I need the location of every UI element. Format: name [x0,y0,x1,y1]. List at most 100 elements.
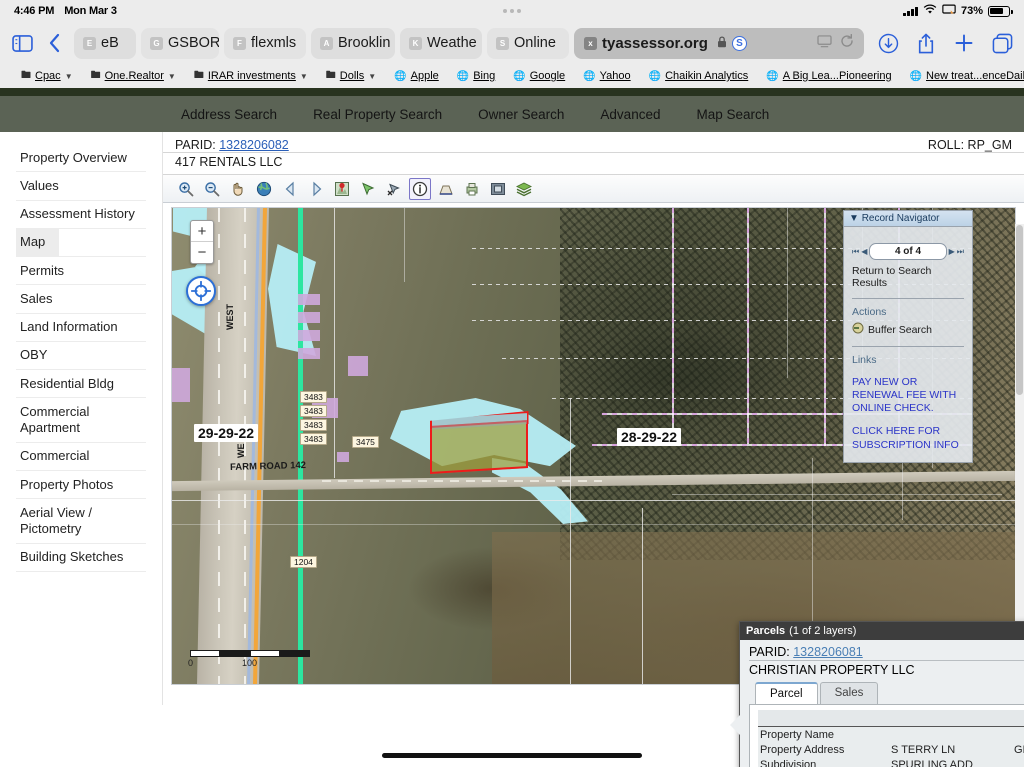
field-key: Property Name [760,728,834,741]
map-zoom-in-button[interactable]: + [191,221,213,242]
map-scale-bar: 0 100 [188,650,310,668]
popup-parcel-table: Property Name Property Address S TERRY L… [749,704,1024,767]
sidebar-item-permits[interactable]: Permits [16,257,146,284]
sidebar-item-commercial-apartment[interactable]: Commercial Apartment [16,398,146,442]
next-extent-icon[interactable] [305,178,327,200]
parid-link[interactable]: 1328206082 [219,138,289,152]
reader-view-icon[interactable] [817,34,832,52]
layers-icon[interactable] [513,178,535,200]
globe-full-extent-icon[interactable] [253,178,275,200]
sidebar-item-land-information[interactable]: Land Information [16,314,146,341]
return-to-search-results-link[interactable]: Return to Search Results [852,265,964,289]
selected-parcel-highlight[interactable] [430,420,528,474]
field-value: S TERRY LN [891,743,956,756]
record-navigator-panel: ▼ Record Navigator ⏮ ◀ 4 of 4 ▶ ⏭ Return… [843,210,973,463]
sidebar-icon[interactable] [10,31,34,55]
subscription-info-link[interactable]: CLICK HERE FOR SUBSCRIPTION INFO [852,425,964,451]
bookmark-bing[interactable]: 🌐 Bing [448,70,504,82]
tab-brooklin[interactable]: A Brooklin [311,27,395,59]
map-zoom-control[interactable]: + − [190,220,214,264]
sidebar-item-values[interactable]: Values [16,172,146,199]
popup-parid-link[interactable]: 1328206081 [793,645,863,659]
first-record-icon[interactable]: ⏮ [852,247,859,257]
bookmark-a-big-lea-pioneering[interactable]: 🌐 A Big Lea...Pioneering [757,70,900,82]
parid-label: PARID: [175,138,216,152]
tab-sales[interactable]: Sales [819,682,879,704]
bookmark-label: Apple [410,70,439,82]
sidebar-item-sales[interactable]: Sales [16,285,146,312]
zoom-out-icon[interactable] [201,178,223,200]
next-record-icon[interactable]: ▶ [949,247,955,256]
nav-owner-search[interactable]: Owner Search [460,107,582,122]
sidebar-item-property-photos[interactable]: Property Photos [16,471,146,498]
sidebar-item-map[interactable]: Map [16,228,60,256]
pan-hand-icon[interactable] [227,178,249,200]
bookmark-cpac[interactable]: 🖿 Cpac ▼ [12,68,82,85]
share-icon[interactable] [914,31,938,55]
folder-icon: 🖿 [21,69,31,81]
info-icon[interactable] [409,177,431,200]
map-zoom-out-button[interactable]: − [191,242,213,263]
nav-map-search[interactable]: Map Search [678,107,787,122]
tab-flexmls[interactable]: F flexmls [224,27,306,59]
reload-icon[interactable] [840,33,854,52]
record-page-indicator[interactable]: 4 of 4 [869,243,947,260]
sidebar-item-aerial-view-pictometry[interactable]: Aerial View / Pictometry [16,499,146,543]
measure-icon[interactable] [435,178,457,200]
sidebar-item-oby[interactable]: OBY [16,342,146,369]
sidebar-item-assessment-history[interactable]: Assessment History [16,201,146,228]
tab-weather[interactable]: K Weathe [400,27,482,59]
field-key: Property Address [760,743,845,756]
nav-address-search[interactable]: Address Search [163,107,295,122]
download-icon[interactable] [876,31,900,55]
new-tab-plus-icon[interactable] [952,31,976,55]
pay-fee-link[interactable]: PAY NEW OR RENEWAL FEE WITH ONLINE CHECK… [852,376,964,415]
status-indicators: 73% [903,4,1013,18]
tab-gsbor[interactable]: G GSBOR [141,27,219,59]
record-navigator-header[interactable]: ▼ Record Navigator [844,211,972,227]
back-chevron-icon[interactable] [42,31,66,55]
active-tab-address-bar[interactable]: x tyassessor.org S [574,27,864,59]
bookmark-apple[interactable]: 🌐 Apple [385,70,448,82]
nav-advanced[interactable]: Advanced [582,107,678,122]
select-arrow-icon[interactable] [357,178,379,200]
bookmark-dolls[interactable]: 🖿 Dolls ▼ [317,68,385,85]
bookmark-irar-investments[interactable]: 🖿 IRAR investments ▼ [185,68,317,85]
shield-badge-icon[interactable]: S [731,35,747,51]
identify-location-icon[interactable] [331,178,353,200]
map-canvas[interactable]: 29-29-22 28-29-22 WEST WE FARM ROAD 142 … [171,207,1016,685]
bookmark-new-treat-encedaily[interactable]: 🌐 New treat...enceDaily [901,70,1024,82]
tab-eb[interactable]: E eB [74,27,136,59]
scale-min: 0 [188,658,194,668]
previous-extent-icon[interactable] [279,178,301,200]
folder-icon: 🖿 [90,69,101,81]
buffer-search-label: Buffer Search [868,323,933,336]
sidebar-item-residential-bldg[interactable]: Residential Bldg [16,370,146,397]
sidebar-item-building-sketches[interactable]: Building Sketches [16,544,146,571]
tab-overview-icon[interactable] [990,31,1014,55]
bookmark-google[interactable]: 🌐 Google [504,70,574,82]
locate-icon[interactable] [186,276,216,306]
field-value-secondary: GREENE COUNTY [1014,743,1024,756]
nav-real-property-search[interactable]: Real Property Search [295,107,460,122]
record-owner-name: 417 RENTALS LLC [163,153,1024,175]
record-navigator-title: Record Navigator [861,213,940,224]
buffer-search-action[interactable]: Buffer Search [852,322,964,337]
triangle-down-icon[interactable]: ▼ [849,213,859,224]
last-record-icon[interactable]: ⏭ [957,247,964,257]
street-view-icon[interactable] [487,178,509,200]
bookmark-chaikin-analytics[interactable]: 🌐 Chaikin Analytics [640,70,758,82]
zoom-in-icon[interactable] [175,178,197,200]
bookmark-one-realtor[interactable]: 🖿 One.Realtor ▼ [82,68,185,85]
tab-parcel[interactable]: Parcel [755,682,818,704]
bookmark-yahoo[interactable]: 🌐 Yahoo [574,70,639,82]
map-parcel-number: 3483 [300,391,327,403]
sidebar-item-property-overview[interactable]: Property Overview [16,144,146,171]
tab-online[interactable]: S Online [487,27,569,59]
cellular-signal-icon [903,6,918,16]
sidebar-item-commercial[interactable]: Commercial [16,443,146,470]
globe-icon: 🌐 [909,70,923,82]
clear-selection-icon[interactable] [383,178,405,200]
prev-record-icon[interactable]: ◀ [861,247,867,256]
print-icon[interactable] [461,178,483,200]
